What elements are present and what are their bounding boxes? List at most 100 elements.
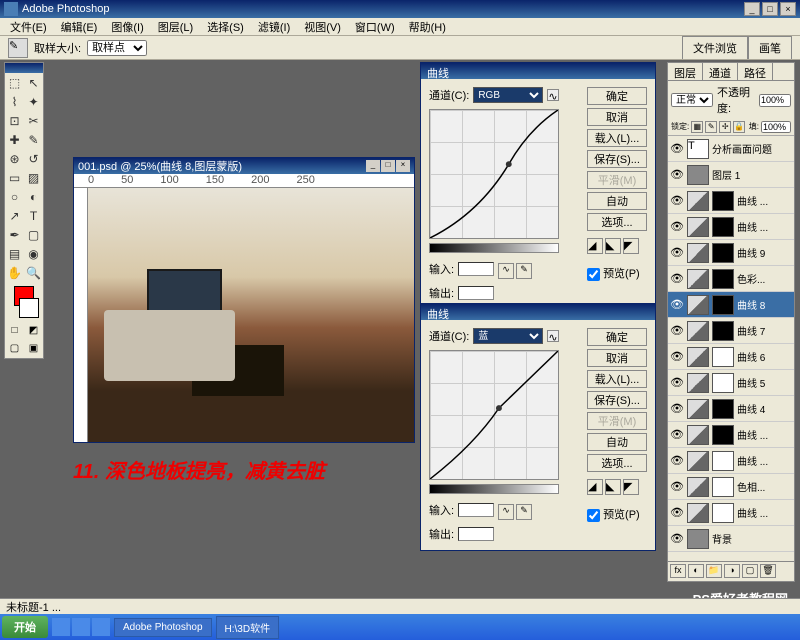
doc-close[interactable]: ×: [396, 160, 410, 172]
zoom-tool[interactable]: 🔍: [24, 263, 43, 282]
eyedrop-gray-icon[interactable]: ◣: [605, 238, 621, 254]
smooth-button[interactable]: 平滑(M): [587, 171, 647, 189]
fill-input[interactable]: [761, 121, 791, 133]
minimize-button[interactable]: _: [744, 2, 760, 16]
layer-row[interactable]: 👁曲线 ...: [668, 422, 794, 448]
layer-row[interactable]: 👁曲线 5: [668, 370, 794, 396]
input-field[interactable]: [458, 262, 494, 276]
cancel-button[interactable]: 取消: [587, 349, 647, 367]
gradient-tool[interactable]: ▨: [24, 168, 43, 187]
visibility-icon[interactable]: 👁: [670, 324, 684, 337]
pencil-tool-icon[interactable]: ✎: [516, 263, 532, 279]
fx-icon[interactable]: fx: [670, 564, 686, 578]
menu-image[interactable]: 图像(I): [105, 17, 149, 37]
load-button[interactable]: 载入(L)...: [587, 370, 647, 388]
menu-edit[interactable]: 编辑(E): [55, 17, 104, 37]
visibility-icon[interactable]: 👁: [670, 402, 684, 415]
heal-tool[interactable]: ✚: [5, 130, 24, 149]
adjust-icon[interactable]: ◑: [724, 564, 740, 578]
save-button[interactable]: 保存(S)...: [587, 150, 647, 168]
tab-file-browser[interactable]: 文件浏览: [682, 36, 748, 59]
preview-checkbox[interactable]: [587, 268, 600, 281]
cancel-button[interactable]: 取消: [587, 108, 647, 126]
visibility-icon[interactable]: 👁: [670, 454, 684, 467]
screen-mode-1[interactable]: ▢: [5, 340, 24, 358]
move-tool[interactable]: ↖: [24, 73, 43, 92]
layer-row[interactable]: 👁T分析画面问题: [668, 136, 794, 162]
visibility-icon[interactable]: 👁: [670, 480, 684, 493]
lock-all-icon[interactable]: 🔒: [733, 121, 745, 133]
trash-icon[interactable]: 🗑: [760, 564, 776, 578]
eyedrop-white-icon[interactable]: ◤: [623, 238, 639, 254]
eyedrop-gray-icon[interactable]: ◣: [605, 479, 621, 495]
auto-button[interactable]: 自动: [587, 433, 647, 451]
eraser-tool[interactable]: ▭: [5, 168, 24, 187]
visibility-icon[interactable]: 👁: [670, 142, 684, 155]
channel-select-1[interactable]: RGB: [473, 87, 543, 103]
layer-row[interactable]: 👁曲线 ...: [668, 500, 794, 526]
layer-row[interactable]: 👁曲线 6: [668, 344, 794, 370]
sample-size-select[interactable]: 取样点: [87, 40, 147, 56]
dodge-tool[interactable]: ◐: [24, 187, 43, 206]
folder-icon[interactable]: 📁: [706, 564, 722, 578]
blur-tool[interactable]: ○: [5, 187, 24, 206]
layer-row[interactable]: 👁曲线 9: [668, 240, 794, 266]
curve-tool-icon[interactable]: ∿: [498, 263, 514, 279]
quick-icon[interactable]: [52, 618, 70, 636]
visibility-icon[interactable]: 👁: [670, 532, 684, 545]
lasso-tool[interactable]: ⌇: [5, 92, 24, 111]
layer-row[interactable]: 👁背景: [668, 526, 794, 552]
opacity-input[interactable]: [759, 94, 791, 107]
canvas[interactable]: [88, 188, 414, 442]
preview-checkbox[interactable]: [587, 509, 600, 522]
eyedrop-black-icon[interactable]: ◢: [587, 479, 603, 495]
eyedrop-white-icon[interactable]: ◤: [623, 479, 639, 495]
layer-row[interactable]: 👁色彩...: [668, 266, 794, 292]
quick-icon[interactable]: [92, 618, 110, 636]
visibility-icon[interactable]: 👁: [670, 246, 684, 259]
pencil-tool-icon[interactable]: ✎: [516, 504, 532, 520]
type-tool[interactable]: T: [24, 206, 43, 225]
wand-tool[interactable]: ✦: [24, 92, 43, 111]
tab-brushes[interactable]: 画笔: [748, 36, 792, 59]
layer-row[interactable]: 👁曲线 7: [668, 318, 794, 344]
layer-row[interactable]: 👁色相...: [668, 474, 794, 500]
close-button[interactable]: ×: [780, 2, 796, 16]
ok-button[interactable]: 确定: [587, 328, 647, 346]
visibility-icon[interactable]: 👁: [670, 272, 684, 285]
visibility-icon[interactable]: 👁: [670, 168, 684, 181]
start-button[interactable]: 开始: [2, 616, 48, 638]
visibility-icon[interactable]: 👁: [670, 428, 684, 441]
stamp-tool[interactable]: ⊛: [5, 149, 24, 168]
ok-button[interactable]: 确定: [587, 87, 647, 105]
eyedrop-tool[interactable]: ◉: [24, 244, 43, 263]
tab-paths[interactable]: 路径: [738, 63, 773, 80]
load-button[interactable]: 载入(L)...: [587, 129, 647, 147]
output-field[interactable]: [458, 286, 494, 300]
visibility-icon[interactable]: 👁: [670, 220, 684, 233]
options-button[interactable]: 选项...: [587, 213, 647, 231]
menu-select[interactable]: 选择(S): [201, 17, 250, 37]
menu-help[interactable]: 帮助(H): [403, 17, 452, 37]
curve-mode-icon[interactable]: ∿: [547, 330, 559, 342]
crop-tool[interactable]: ⊡: [5, 111, 24, 130]
menu-view[interactable]: 视图(V): [298, 17, 347, 37]
menu-window[interactable]: 窗口(W): [349, 17, 401, 37]
mask-icon[interactable]: ◐: [688, 564, 704, 578]
curves-graph-1[interactable]: [429, 109, 559, 239]
doc-max[interactable]: □: [381, 160, 395, 172]
tab-layers[interactable]: 图层: [668, 63, 703, 80]
lock-pixel-icon[interactable]: ✎: [705, 121, 717, 133]
curves-graph-2[interactable]: [429, 350, 559, 480]
curve-mode-icon[interactable]: ∿: [547, 89, 559, 101]
visibility-icon[interactable]: 👁: [670, 376, 684, 389]
marquee-tool[interactable]: ⬚: [5, 73, 24, 92]
output-field-2[interactable]: [458, 527, 494, 541]
eyedrop-black-icon[interactable]: ◢: [587, 238, 603, 254]
save-button[interactable]: 保存(S)...: [587, 391, 647, 409]
layer-row[interactable]: 👁曲线 8: [668, 292, 794, 318]
task-explorer[interactable]: H:\3D软件: [216, 616, 280, 639]
channel-select-2[interactable]: 蓝: [473, 328, 543, 344]
standard-mode[interactable]: □: [5, 322, 24, 340]
layer-row[interactable]: 👁曲线 ...: [668, 448, 794, 474]
